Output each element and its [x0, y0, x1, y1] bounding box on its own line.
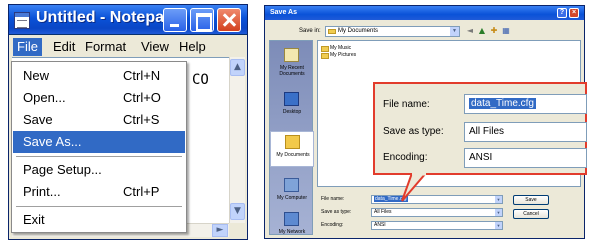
menu-item-label: Print... — [23, 184, 61, 199]
encoding-value: ANSI — [374, 222, 386, 228]
place-my-documents[interactable]: My Documents — [270, 131, 314, 167]
recent-documents-icon — [284, 48, 299, 62]
chevron-down-icon[interactable]: ▼ — [495, 196, 502, 203]
menu-item-shortcut: Ctrl+N — [123, 68, 161, 83]
place-my-recent-documents[interactable]: My Recent Documents — [270, 45, 314, 81]
window-title: Untitled - Notepa — [36, 9, 164, 26]
menu-item-label: Page Setup... — [23, 162, 102, 177]
menu-item-print[interactable]: Print... Ctrl+P — [13, 181, 185, 203]
menu-item-shortcut: Ctrl+P — [123, 184, 160, 199]
save-as-type-select[interactable]: All Files ▼ — [371, 208, 503, 217]
help-icon[interactable]: ? — [557, 8, 567, 18]
menu-edit[interactable]: Edit — [49, 38, 79, 56]
back-icon[interactable]: ◄ — [465, 26, 475, 36]
chevron-down-icon[interactable]: ▼ — [450, 27, 459, 36]
place-label: My Recent Documents — [279, 65, 305, 77]
document-text: CO — [192, 72, 209, 88]
place-label: My Documents — [276, 152, 310, 158]
place-desktop[interactable]: Desktop — [270, 89, 314, 125]
menu-item-label: Exit — [23, 212, 45, 227]
menu-item-exit[interactable]: Exit — [13, 209, 185, 231]
vertical-scrollbar[interactable]: ▲ ▼ — [229, 57, 245, 223]
menu-item-save-as[interactable]: Save As... — [13, 131, 185, 153]
menu-item-page-setup[interactable]: Page Setup... — [13, 159, 185, 181]
up-folder-icon[interactable]: ▲ — [477, 26, 487, 36]
close-icon[interactable]: × — [569, 8, 579, 18]
callout-file-name-label: File name: — [383, 99, 430, 110]
menu-item-open[interactable]: Open... Ctrl+O — [13, 87, 185, 109]
maximize-icon[interactable] — [190, 8, 214, 32]
menu-separator — [16, 156, 182, 158]
menu-item-label: Save — [23, 112, 53, 127]
notepad-titlebar[interactable]: Untitled - Notepa — [9, 5, 247, 35]
scroll-down-icon[interactable]: ▼ — [230, 203, 245, 220]
callout-encoding-field: ANSI — [464, 148, 587, 168]
menu-file[interactable]: File — [13, 38, 42, 56]
menu-help[interactable]: Help — [175, 38, 210, 56]
scroll-right-icon[interactable]: ► — [212, 224, 228, 237]
cancel-button[interactable]: Cancel — [513, 209, 549, 219]
place-my-computer[interactable]: My Computer — [270, 175, 314, 211]
menu-item-save[interactable]: Save Ctrl+S — [13, 109, 185, 131]
save-in-select[interactable]: My Documents ▼ — [325, 26, 460, 37]
encoding-select[interactable]: ANSI ▼ — [371, 221, 503, 230]
callout-file-name-field: data_Time.cfg — [464, 94, 587, 114]
notepad-app-icon — [14, 12, 30, 29]
place-my-network[interactable]: My Network — [270, 209, 314, 244]
scroll-up-icon[interactable]: ▲ — [230, 59, 245, 76]
menu-separator — [16, 206, 182, 208]
menu-item-new[interactable]: New Ctrl+N — [13, 65, 185, 87]
menu-item-label: Save As... — [23, 134, 82, 149]
file-menu-dropdown: New Ctrl+N Open... Ctrl+O Save Ctrl+S Sa… — [11, 61, 187, 233]
place-label: My Network — [278, 229, 306, 235]
menu-item-shortcut: Ctrl+S — [123, 112, 160, 127]
view-menu-icon[interactable]: ▦ — [501, 26, 511, 36]
new-folder-icon[interactable]: ✚ — [489, 26, 499, 36]
folder-icon — [328, 29, 336, 34]
places-bar: My Recent Documents Desktop My Documents… — [269, 40, 314, 235]
menu-item-shortcut: Ctrl+O — [123, 90, 161, 105]
file-name-label: File name: — [321, 196, 345, 202]
minimize-icon[interactable] — [163, 8, 187, 32]
zoom-callout: File name: data_Time.cfg Save as type: A… — [373, 82, 587, 175]
resize-grip-icon[interactable] — [229, 223, 245, 237]
callout-pointer-icon — [401, 173, 428, 202]
dialog-titlebar[interactable]: Save As ? × — [265, 6, 584, 20]
close-icon[interactable] — [217, 8, 241, 32]
callout-save-as-type-label: Save as type: — [383, 126, 444, 137]
dialog-title: Save As — [270, 9, 297, 16]
menu-format[interactable]: Format — [81, 38, 130, 56]
chevron-down-icon[interactable]: ▼ — [495, 209, 502, 216]
my-documents-icon — [285, 135, 300, 149]
save-in-value: My Documents — [338, 28, 379, 34]
menu-view[interactable]: View — [137, 38, 173, 56]
menu-item-label: New — [23, 68, 50, 83]
place-label: Desktop — [282, 109, 302, 115]
place-label: My Computer — [276, 195, 307, 201]
file-name-field[interactable]: data_Time.cfg ▼ — [371, 195, 503, 204]
menubar: File Edit Format View Help — [9, 36, 247, 57]
callout-file-name-value: data_Time.cfg — [469, 98, 536, 109]
save-button[interactable]: Save — [513, 195, 549, 205]
encoding-label: Encoding: — [321, 222, 344, 228]
list-item[interactable]: My Pictures — [321, 51, 356, 59]
menu-item-label: Open... — [23, 90, 66, 105]
save-as-type-label: Save as type: — [321, 209, 352, 215]
my-computer-icon — [284, 178, 299, 192]
chevron-down-icon[interactable]: ▼ — [495, 222, 502, 229]
callout-save-as-type-field: All Files — [464, 122, 587, 142]
desktop-icon — [284, 92, 299, 106]
save-as-type-value: All Files — [374, 209, 392, 215]
callout-encoding-label: Encoding: — [383, 152, 428, 163]
save-in-label: Save in: — [299, 28, 321, 34]
my-network-icon — [284, 212, 299, 226]
